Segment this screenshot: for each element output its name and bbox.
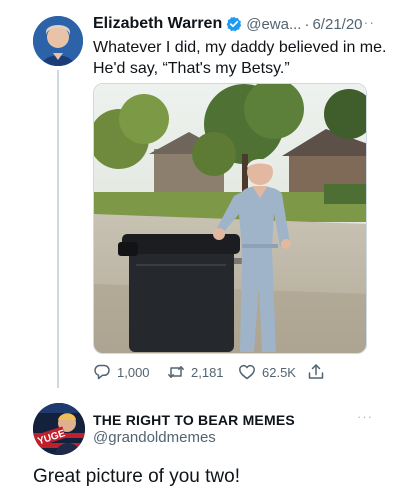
tweet-photo[interactable] — [93, 83, 367, 354]
reply-text: Great picture of you two! — [33, 466, 240, 487]
reply-count: 1,000 — [117, 364, 150, 380]
verified-badge-icon — [226, 16, 242, 32]
author-avatar[interactable] — [33, 16, 83, 66]
more-options-icon[interactable]: ··· — [358, 14, 375, 30]
retweet-count: 2,181 — [191, 364, 224, 380]
reply-button[interactable]: 1,000 — [93, 362, 150, 382]
share-icon — [308, 364, 324, 379]
reply-more-options-icon[interactable]: ··· — [357, 409, 373, 424]
tweet-actions-bar: 1,000 2,181 62.5K — [93, 362, 353, 382]
header-separator: · — [304, 15, 310, 33]
tweet-text: Whatever I did, my daddy believed in me.… — [93, 39, 387, 77]
tweet-main[interactable]: Elizabeth Warren @ewa... · 6/21/20 ··· W… — [0, 0, 403, 395]
tweet-reply[interactable]: YUGE THE RIGHT TO BEAR MEMES @grandoldme… — [0, 395, 403, 500]
like-button[interactable]: 62.5K — [238, 362, 296, 382]
thread-connector-line — [57, 70, 59, 388]
author-name[interactable]: Elizabeth Warren — [93, 15, 222, 33]
share-button[interactable] — [307, 362, 331, 382]
reply-author-handle[interactable]: @grandoldmemes — [93, 429, 216, 446]
reply-icon — [94, 364, 110, 380]
tweet-date[interactable]: 6/21/20 — [312, 16, 362, 33]
like-count: 62.5K — [262, 364, 296, 380]
retweet-icon — [168, 366, 184, 378]
reply-author-name[interactable]: THE RIGHT TO BEAR MEMES — [93, 412, 295, 428]
retweet-button[interactable]: 2,181 — [167, 362, 224, 382]
reply-author-avatar[interactable]: YUGE — [33, 403, 85, 455]
author-handle[interactable]: @ewa... — [246, 16, 301, 33]
photo-image — [94, 84, 366, 353]
tweet-header: Elizabeth Warren @ewa... · 6/21/20 — [93, 14, 393, 34]
like-icon — [239, 364, 255, 380]
